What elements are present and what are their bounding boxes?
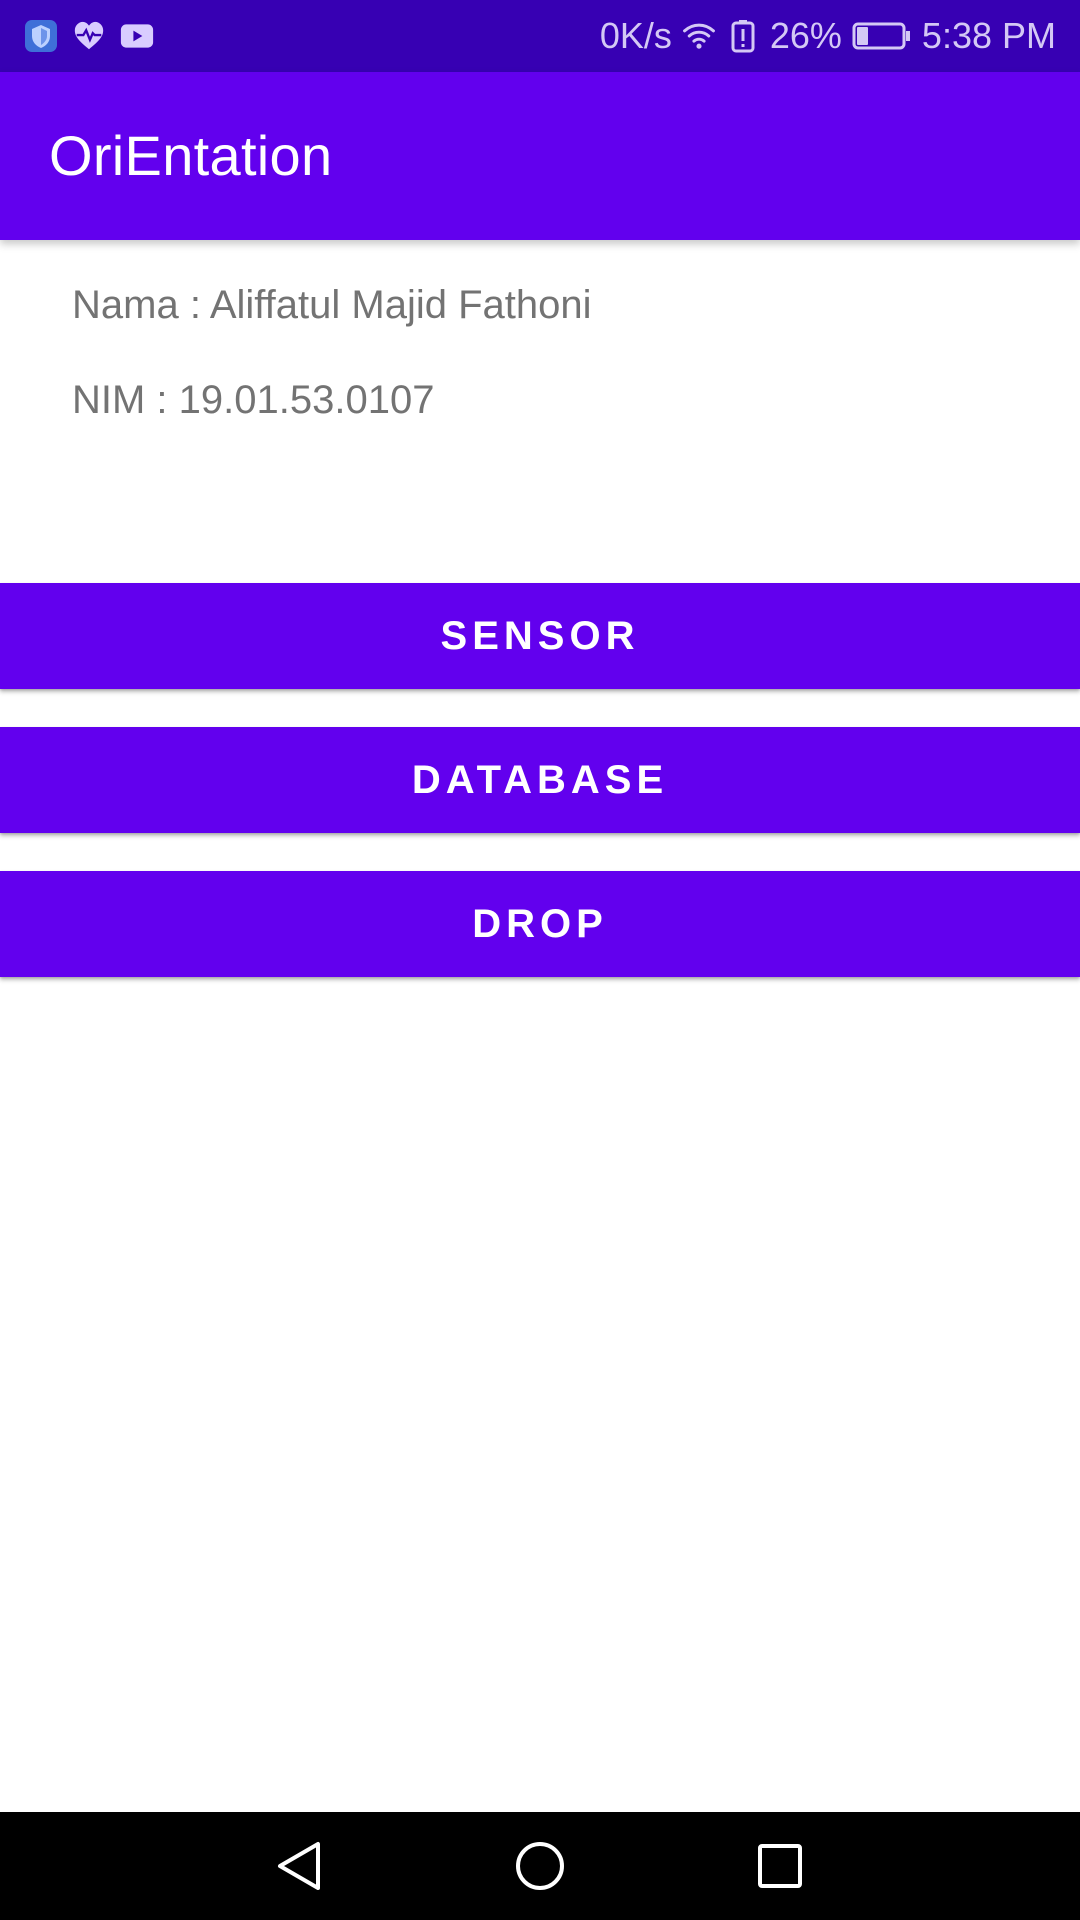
navigation-bar xyxy=(0,1812,1080,1920)
sensor-button[interactable]: SENSOR xyxy=(0,583,1080,689)
app-screen: 0K/s 26% 5:38 PM OriEntation Nama: Alif… xyxy=(0,0,1080,1920)
nim-label: NIM : 19.01.53.0107 xyxy=(72,378,435,422)
nav-home-button[interactable] xyxy=(500,1826,580,1906)
recents-square-icon xyxy=(758,1844,802,1888)
battery-percent: 26% xyxy=(769,15,842,56)
nav-back-button[interactable] xyxy=(260,1826,340,1906)
health-heart-icon xyxy=(72,19,106,53)
drop-button[interactable]: DROP xyxy=(0,871,1080,977)
home-circle-icon xyxy=(516,1842,564,1890)
status-notification-icons xyxy=(24,18,154,54)
nav-recents-button[interactable] xyxy=(740,1826,820,1906)
back-triangle-icon xyxy=(278,1842,320,1890)
battery-alert-icon xyxy=(726,19,760,53)
nama-label: Nama : Aliffatul Majid Fathoni xyxy=(72,283,592,327)
network-speed: 0K/s xyxy=(599,15,672,56)
clock-time: 5:38 PM xyxy=(921,15,1056,56)
shield-icon xyxy=(24,19,58,53)
status-bar: 0K/s 26% 5:38 PM xyxy=(0,0,1080,72)
app-title: OriEntation xyxy=(49,124,333,187)
database-button[interactable]: DATABASE xyxy=(0,727,1080,833)
status-system-indicators: 0K/s 26% 5:38 PM xyxy=(600,0,1056,72)
battery-icon xyxy=(852,19,912,53)
app-bar: OriEntation xyxy=(0,72,1080,240)
youtube-icon xyxy=(120,19,154,53)
wifi-icon xyxy=(682,19,716,53)
